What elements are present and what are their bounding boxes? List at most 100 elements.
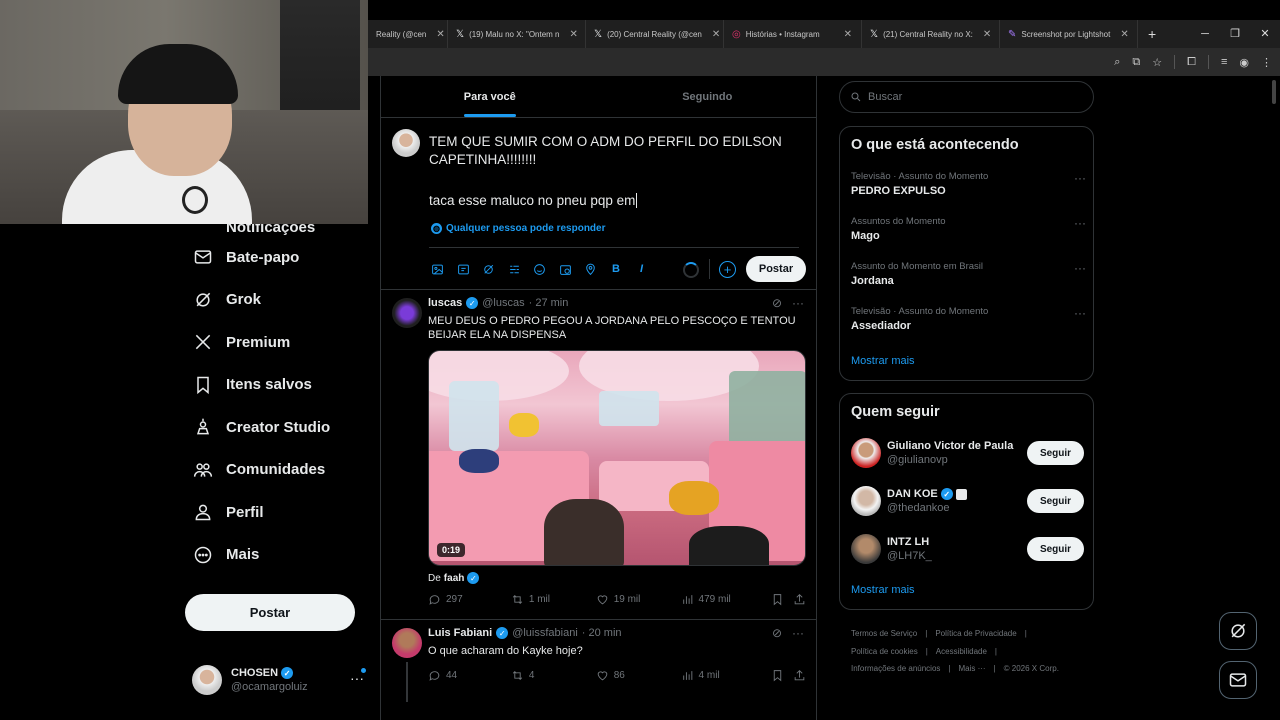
tweet-author-name[interactable]: luscas <box>428 297 462 309</box>
browser-tab[interactable]: 𝕏 (21) Central Reality no X: ✕ <box>862 20 1000 48</box>
sidebar-item-grok[interactable]: Grok <box>184 279 364 322</box>
close-icon[interactable]: ✕ <box>712 29 720 40</box>
install-app-icon[interactable]: ⧉ <box>1132 56 1140 69</box>
composer-text-line-2[interactable]: taca esse maluco no pneu pqp em <box>429 193 637 208</box>
close-icon[interactable]: ✕ <box>1120 29 1128 40</box>
composer-post-button[interactable]: Postar <box>746 256 806 282</box>
tweet-author-name[interactable]: Luis Fabiani <box>428 627 492 639</box>
browser-tab[interactable]: ✎ Screenshot por Lightshot ✕ <box>1000 20 1138 48</box>
footer-link-cookies[interactable]: Política de cookies <box>851 647 918 656</box>
trend-more-icon[interactable]: ··· <box>1074 261 1086 275</box>
sidebar-item-profile[interactable]: Perfil <box>184 491 364 534</box>
sidebar-item-more[interactable]: Mais <box>184 534 364 577</box>
emoji-icon[interactable] <box>531 261 548 278</box>
sidebar-item-communities[interactable]: Comunidades <box>184 449 364 492</box>
reply-button[interactable]: 44 <box>428 669 511 682</box>
like-button[interactable]: 19 mil <box>596 593 681 606</box>
bold-icon[interactable]: B <box>608 261 625 278</box>
share-button[interactable] <box>793 669 806 682</box>
like-button[interactable]: 86 <box>596 669 681 682</box>
messages-floating-button[interactable] <box>1219 661 1257 699</box>
reply-button[interactable]: 297 <box>428 593 511 606</box>
minimize-button[interactable]: ─ <box>1190 20 1220 48</box>
close-icon[interactable]: ✕ <box>844 29 852 40</box>
sidebar-item-creator-studio[interactable]: Creator Studio <box>184 406 364 449</box>
browser-tab[interactable]: 𝕏 (19) Malu no X: "Ontem n ✕ <box>448 20 586 48</box>
close-icon[interactable]: ✕ <box>570 29 578 40</box>
tweet-time[interactable]: · 20 min <box>582 627 622 639</box>
repost-button[interactable]: 4 <box>511 669 596 682</box>
tweet-time[interactable]: · 27 min <box>529 297 569 309</box>
grok-icon[interactable]: ⊘ <box>772 296 782 310</box>
bookmark-button[interactable] <box>771 593 793 606</box>
new-tab-button[interactable]: + <box>1148 26 1156 42</box>
footer-link-ads[interactable]: Informações de anúncios <box>851 664 940 673</box>
tweet[interactable]: Luis Fabiani ✓ @luissfabiani · 20 min ⊘ … <box>381 620 816 710</box>
repost-button[interactable]: 1 mil <box>511 593 596 606</box>
location-icon[interactable] <box>582 261 599 278</box>
tweet-author-handle[interactable]: @luscas <box>482 297 524 309</box>
share-button[interactable] <box>793 593 806 606</box>
close-icon[interactable]: ✕ <box>983 29 991 40</box>
maximize-button[interactable]: ❐ <box>1220 20 1250 48</box>
follow-suggestion[interactable]: DAN KOE ✓ @thedankoe Seguir <box>851 484 1084 518</box>
poll-icon[interactable] <box>506 261 523 278</box>
footer-link-terms[interactable]: Termos de Serviço <box>851 629 917 638</box>
footer-link-privacy[interactable]: Política de Privacidade <box>935 629 1016 638</box>
more-icon[interactable]: ··· <box>792 626 804 640</box>
schedule-icon[interactable] <box>557 261 574 278</box>
follow-suggestion[interactable]: Giuliano Victor de Paula @giulianovp Seg… <box>851 436 1084 470</box>
attribution-name[interactable]: faah <box>444 573 465 584</box>
follow-button[interactable]: Seguir <box>1027 537 1084 561</box>
follow-button[interactable]: Seguir <box>1027 489 1084 513</box>
trend-item[interactable]: Televisão · Assunto do Momento PEDRO EXP… <box>851 171 1086 197</box>
media-control-icon[interactable]: ≡ <box>1221 56 1227 68</box>
trend-more-icon[interactable]: ··· <box>1074 171 1086 185</box>
composer-text-line-1[interactable]: TEM QUE SUMIR COM O ADM DO PERFIL DO EDI… <box>429 133 809 169</box>
sidebar-item-bookmarks[interactable]: Itens salvos <box>184 364 364 407</box>
trend-item[interactable]: Televisão · Assunto do Momento Assediado… <box>851 306 1086 332</box>
sidebar-item-premium[interactable]: Premium <box>184 321 364 364</box>
follow-button[interactable]: Seguir <box>1027 441 1084 465</box>
tweet-author-handle[interactable]: @luissfabiani <box>512 627 578 639</box>
trend-item[interactable]: Assunto do Momento em Brasil Jordana ··· <box>851 261 1086 287</box>
views-button[interactable]: 479 mil <box>681 593 772 606</box>
account-more-icon[interactable]: ··· <box>350 670 364 686</box>
tweet-video[interactable]: 0:19 <box>428 350 806 566</box>
image-icon[interactable] <box>429 261 446 278</box>
search-input[interactable]: Buscar <box>839 81 1094 113</box>
browser-tab[interactable]: ◎ Histórias • Instagram ✕ <box>724 20 862 48</box>
italic-icon[interactable]: I <box>633 261 650 278</box>
add-post-button[interactable]: + <box>719 261 736 278</box>
more-icon[interactable]: ··· <box>792 296 804 310</box>
extensions-icon[interactable]: ⧠ <box>1187 56 1196 69</box>
profile-icon[interactable]: ◉ <box>1239 56 1249 69</box>
account-switcher[interactable]: CHOSEN ✓ @ocamargoluiz ··· <box>192 660 372 700</box>
window-close-button[interactable]: ✕ <box>1250 20 1280 48</box>
page-scrollbar[interactable] <box>1272 80 1276 104</box>
trend-more-icon[interactable]: ··· <box>1074 216 1086 230</box>
footer-link-more[interactable]: Mais ··· <box>958 664 985 673</box>
browser-menu-icon[interactable]: ⋮ <box>1261 56 1272 69</box>
trend-more-icon[interactable]: ··· <box>1074 306 1086 320</box>
browser-tab[interactable]: 𝕏 (20) Central Reality (@cen ✕ <box>586 20 724 48</box>
grok-floating-button[interactable] <box>1219 612 1257 650</box>
bookmark-star-icon[interactable]: ☆ <box>1152 56 1162 69</box>
footer-link-accessibility[interactable]: Acessibilidade <box>936 647 987 656</box>
views-button[interactable]: 4 mil <box>681 669 772 682</box>
bookmark-button[interactable] <box>771 669 793 682</box>
gif-icon[interactable] <box>455 261 472 278</box>
follow-show-more-link[interactable]: Mostrar mais <box>851 584 915 596</box>
tweet[interactable]: luscas ✓ @luscas · 27 min ⊘ ··· MEU DEUS… <box>381 290 816 620</box>
trend-item[interactable]: Assuntos do Momento Mago ··· <box>851 216 1086 242</box>
close-icon[interactable]: ✕ <box>436 29 444 40</box>
grok-icon[interactable]: ⊘ <box>772 626 782 640</box>
follow-suggestion[interactable]: INTZ LH @LH7K_ Seguir <box>851 532 1084 566</box>
zoom-icon[interactable]: ⌕ <box>1114 56 1120 69</box>
sidebar-item-chat[interactable]: Bate-papo <box>184 236 364 279</box>
trends-show-more-link[interactable]: Mostrar mais <box>851 355 915 367</box>
sidebar-post-button[interactable]: Postar <box>185 594 355 631</box>
browser-tab[interactable]: Reality (@cen ✕ <box>368 20 448 48</box>
reply-setting-button[interactable]: ◍ Qualquer pessoa pode responder <box>431 223 605 234</box>
grok-icon[interactable] <box>480 261 497 278</box>
